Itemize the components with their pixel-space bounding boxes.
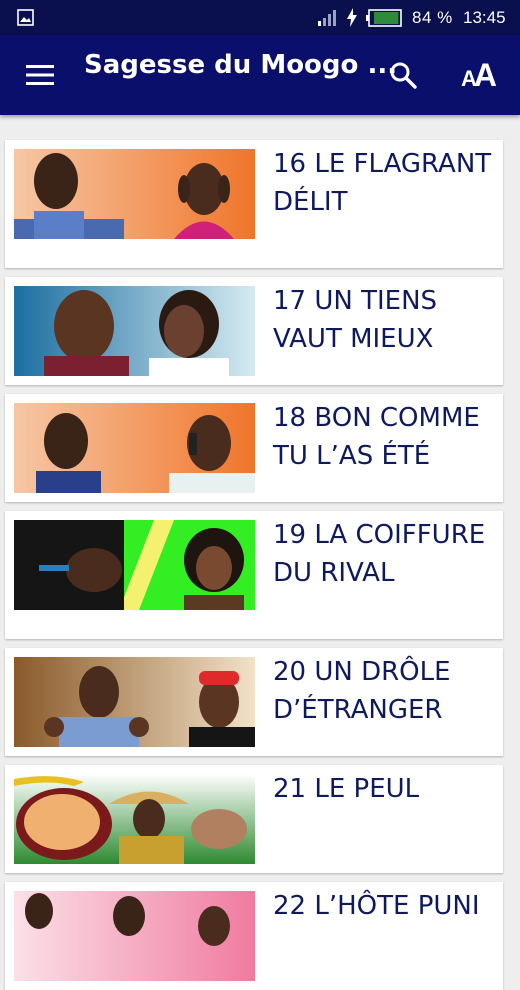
image-icon xyxy=(17,9,34,26)
hamburger-menu-icon[interactable] xyxy=(26,64,54,86)
episode-title: 20 UN DRÔLE D’ÉTRANGER xyxy=(273,657,451,725)
episode-card-17[interactable]: 17 UN TIENS VAUT MIEUX xyxy=(5,277,503,385)
episode-thumbnail xyxy=(14,520,255,610)
font-size-small-glyph: A xyxy=(461,66,477,91)
episode-title: 16 LE FLAGRANT DÉLIT xyxy=(273,149,492,217)
episode-title: 19 LA COIFFURE DU RIVAL xyxy=(273,520,486,588)
font-size-icon[interactable]: AA xyxy=(461,57,497,94)
episode-title: 17 UN TIENS VAUT MIEUX xyxy=(273,286,438,354)
episode-card-18[interactable]: 18 BON COMME TU L’AS ÉTÉ xyxy=(5,394,503,502)
episode-thumbnail xyxy=(14,403,255,493)
search-icon[interactable] xyxy=(389,61,417,89)
status-bar: 84 % 13:45 xyxy=(0,0,520,35)
episode-title: 22 L’HÔTE PUNI xyxy=(273,891,480,921)
episode-card-20[interactable]: 20 UN DRÔLE D’ÉTRANGER xyxy=(5,648,503,756)
app-bar: Sagesse du Moogo ... AA xyxy=(0,35,520,115)
app-title: Sagesse du Moogo ... xyxy=(84,50,398,80)
battery-percentage: 84 % xyxy=(412,8,453,27)
episode-card-21[interactable]: 21 LE PEUL xyxy=(5,765,503,873)
episode-thumbnail xyxy=(14,149,255,239)
battery-icon xyxy=(366,9,402,27)
episode-thumbnail xyxy=(14,774,255,864)
clock: 13:45 xyxy=(463,8,506,27)
episode-thumbnail xyxy=(14,891,255,981)
episode-title: 21 LE PEUL xyxy=(273,774,420,804)
episode-card-16[interactable]: 16 LE FLAGRANT DÉLIT xyxy=(5,140,503,268)
episode-thumbnail xyxy=(14,286,255,376)
episode-title: 18 BON COMME TU L’AS ÉTÉ xyxy=(273,403,480,471)
episode-thumbnail xyxy=(14,657,255,747)
episode-card-22[interactable]: 22 L’HÔTE PUNI xyxy=(5,882,503,990)
signal-icon xyxy=(318,10,336,26)
charging-bolt-icon xyxy=(347,8,357,27)
font-size-large-glyph: A xyxy=(473,57,497,93)
episode-card-19[interactable]: 19 LA COIFFURE DU RIVAL xyxy=(5,511,503,639)
